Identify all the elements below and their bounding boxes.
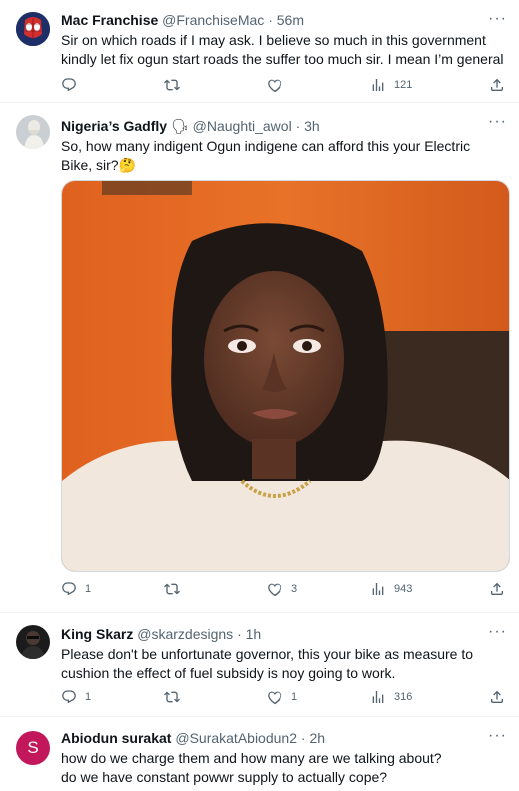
retweet-button[interactable] <box>164 581 188 597</box>
reply-icon <box>62 78 76 92</box>
author-handle[interactable]: @Naughti_awol <box>193 118 292 134</box>
heart-icon <box>268 79 282 93</box>
retweet-button[interactable] <box>164 689 188 705</box>
reply-icon <box>62 690 76 704</box>
share-icon <box>491 690 503 703</box>
tweet-1[interactable]: ··· Mac Franchise @FranchiseMac · 56m Si… <box>0 0 519 103</box>
like-button[interactable]: 3 <box>267 581 297 597</box>
reply-count: 1 <box>85 583 92 595</box>
author-name[interactable]: Nigeria’s Gadfly <box>61 118 167 134</box>
retweet-icon <box>164 691 180 703</box>
timestamp[interactable]: 1h <box>246 626 262 642</box>
reply-button[interactable] <box>61 77 85 93</box>
share-icon <box>491 78 503 91</box>
tweet-text: Sir on which roads if I may ask. I belie… <box>61 32 504 67</box>
view-count: 121 <box>394 79 413 91</box>
retweet-button[interactable] <box>164 77 188 93</box>
tweet-text: So, how many indigent Ogun indigene can … <box>61 138 471 173</box>
share-button[interactable] <box>489 581 505 597</box>
separator: · <box>295 118 301 134</box>
separator: · <box>268 12 273 28</box>
share-button[interactable] <box>489 689 505 705</box>
share-icon <box>491 582 503 595</box>
timestamp[interactable]: 56m <box>277 12 304 28</box>
retweet-icon <box>164 79 180 91</box>
avatar[interactable] <box>16 12 50 46</box>
view-count: 943 <box>394 583 413 595</box>
speaking-head-emoji: 🗣 <box>170 118 189 134</box>
retweet-icon <box>164 583 180 595</box>
avatar[interactable] <box>16 115 50 149</box>
like-count: 1 <box>291 691 298 703</box>
avatar[interactable]: S <box>16 731 50 765</box>
like-button[interactable]: 1 <box>267 689 297 705</box>
author-name[interactable]: Abiodun surakat <box>61 730 171 746</box>
statue-avatar-icon <box>16 115 50 149</box>
spiderman-avatar-icon <box>16 12 50 46</box>
author-name[interactable]: Mac Franchise <box>61 12 158 28</box>
share-button[interactable] <box>489 77 505 93</box>
reply-icon <box>62 582 76 596</box>
tweet-text: Please don't be unfortunate governor, th… <box>61 646 474 681</box>
author-handle[interactable]: @FranchiseMac <box>162 12 264 28</box>
person-avatar-icon <box>16 625 50 659</box>
views-icon <box>372 691 384 703</box>
author-name[interactable]: King Skarz <box>61 626 133 642</box>
author-handle[interactable]: @SurakatAbiodun2 <box>175 730 297 746</box>
separator: · <box>237 626 242 642</box>
reply-button[interactable]: 1 <box>61 581 91 597</box>
author-handle[interactable]: @skarzdesigns <box>137 626 233 642</box>
tweet-2[interactable]: ··· Nigeria’s Gadfly 🗣 @Naughti_awol · 3… <box>0 103 519 613</box>
heart-icon <box>268 583 282 597</box>
timestamp[interactable]: 3h <box>304 118 320 134</box>
views-button[interactable]: 943 <box>370 581 412 597</box>
timestamp[interactable]: 2h <box>309 730 325 746</box>
tweet-4[interactable]: S ··· Abiodun surakat @SurakatAbiodun2 ·… <box>0 717 519 791</box>
tweet-3[interactable]: ··· King Skarz @skarzdesigns · 1h Please… <box>0 613 519 717</box>
views-button[interactable]: 121 <box>370 77 412 93</box>
views-icon <box>372 79 384 91</box>
avatar[interactable] <box>16 625 50 659</box>
views-button[interactable]: 316 <box>370 689 412 705</box>
tweet-photo[interactable] <box>61 180 510 572</box>
like-button[interactable] <box>267 77 291 93</box>
avatar-letter: S <box>27 738 39 757</box>
heart-icon <box>268 691 282 705</box>
separator: · <box>300 730 306 746</box>
views-icon <box>372 583 384 595</box>
view-count: 316 <box>394 691 413 703</box>
woman-photo <box>62 181 509 571</box>
tweet-text: how do we charge them and how many are w… <box>61 750 442 785</box>
like-count: 3 <box>291 583 298 595</box>
reply-count: 1 <box>85 691 92 703</box>
reply-button[interactable]: 1 <box>61 689 91 705</box>
